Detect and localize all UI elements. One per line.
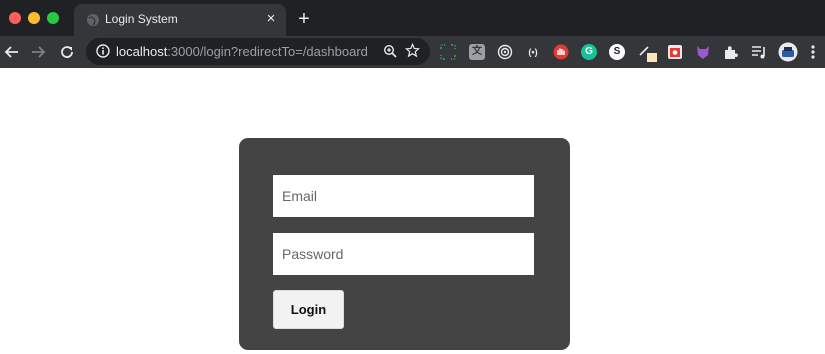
reload-icon[interactable] (59, 44, 75, 60)
browser-tab[interactable]: Login System × (74, 4, 286, 36)
login-button[interactable]: Login (273, 290, 344, 329)
info-icon[interactable] (96, 44, 110, 58)
translate-extension-icon[interactable]: 文 (469, 44, 485, 60)
broadcast-extension-icon[interactable]: (•) (525, 44, 541, 60)
more-options-icon[interactable] (808, 44, 818, 60)
minimize-window-button[interactable] (28, 12, 40, 24)
pen-extension-icon[interactable] (638, 43, 658, 63)
bookmark-star-icon[interactable] (405, 43, 420, 58)
close-window-button[interactable] (9, 12, 21, 24)
fox-extension-icon[interactable] (695, 44, 711, 60)
target-extension-icon[interactable] (497, 44, 513, 60)
url-host: localhost (116, 44, 168, 59)
tab-title: Login System (105, 12, 178, 26)
zoom-icon[interactable] (383, 44, 397, 58)
email-field[interactable] (273, 175, 534, 217)
password-field[interactable] (273, 233, 534, 275)
globe-icon (87, 14, 99, 26)
address-bar[interactable]: localhost:3000/login?redirectTo=/dashboa… (86, 38, 430, 65)
profile-avatar[interactable] (778, 42, 798, 62)
login-card: Login (239, 138, 570, 350)
url-path: :3000/login?redirectTo=/dashboard (167, 44, 368, 59)
hand-extension-icon[interactable] (553, 44, 569, 60)
back-arrow-icon[interactable] (4, 44, 20, 60)
s-extension-icon[interactable]: S (609, 44, 625, 60)
playlist-icon[interactable] (751, 44, 767, 60)
forward-arrow-icon[interactable] (30, 44, 46, 60)
browser-toolbar: localhost:3000/login?redirectTo=/dashboa… (0, 36, 825, 68)
new-tab-button[interactable]: + (296, 9, 312, 29)
bracket-extension-icon[interactable] (440, 44, 456, 60)
tab-close-icon[interactable]: × (264, 10, 278, 28)
url-text[interactable]: localhost:3000/login?redirectTo=/dashboa… (116, 44, 368, 59)
browser-tab-bar: Login System × + (0, 0, 825, 36)
maximize-window-button[interactable] (47, 12, 59, 24)
puzzle-icon[interactable] (723, 44, 739, 60)
screenshot-extension-icon[interactable] (667, 44, 683, 60)
grammarly-extension-icon[interactable]: G (581, 44, 597, 60)
